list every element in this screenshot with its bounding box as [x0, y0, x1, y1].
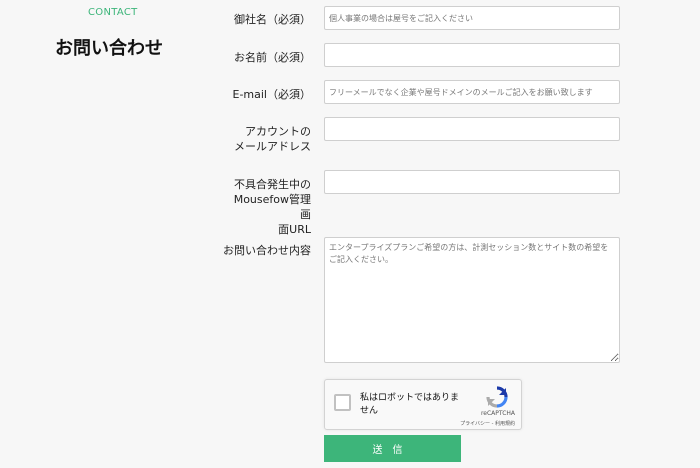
issue-url-label: 不具合発生中の Mousefow管理画 面URL — [223, 177, 311, 237]
email-label: E-mail（必須） — [232, 88, 312, 101]
company-input[interactable] — [324, 6, 620, 30]
account-email-input[interactable] — [324, 117, 620, 141]
issue-url-label-line2: Mousefow管理画 — [233, 193, 311, 221]
issue-url-input[interactable] — [324, 170, 620, 194]
issue-url-label-line1: 不具合発生中の — [234, 178, 311, 191]
account-email-label: アカウントの メールアドレス — [223, 124, 311, 154]
email-input[interactable] — [324, 80, 620, 104]
account-email-label-line2: メールアドレス — [234, 140, 311, 153]
name-input[interactable] — [324, 43, 620, 67]
recaptcha-checkbox[interactable] — [334, 394, 351, 411]
recaptcha-brand: reCAPTCHA — [480, 410, 515, 417]
submit-button[interactable]: 送信 — [324, 435, 461, 462]
recaptcha-label: 私はロボットではありません — [360, 393, 460, 416]
recaptcha-widget: 私はロボットではありません reCAPTCHA プライバシー - 利用規約 — [324, 379, 522, 430]
recaptcha-logo-icon — [486, 386, 508, 408]
recaptcha-links[interactable]: プライバシー - 利用規約 — [460, 420, 515, 427]
page-title: お問い合わせ — [55, 38, 163, 59]
account-email-label-line1: アカウントの — [245, 125, 311, 138]
name-label: お名前（必須） — [234, 51, 311, 64]
inquiry-textarea[interactable] — [324, 237, 620, 363]
inquiry-label: お問い合わせ内容 — [223, 244, 311, 257]
issue-url-label-line3: 面URL — [278, 223, 311, 236]
section-tag: CONTACT — [88, 7, 138, 18]
company-label: 御社名（必須） — [234, 13, 311, 26]
